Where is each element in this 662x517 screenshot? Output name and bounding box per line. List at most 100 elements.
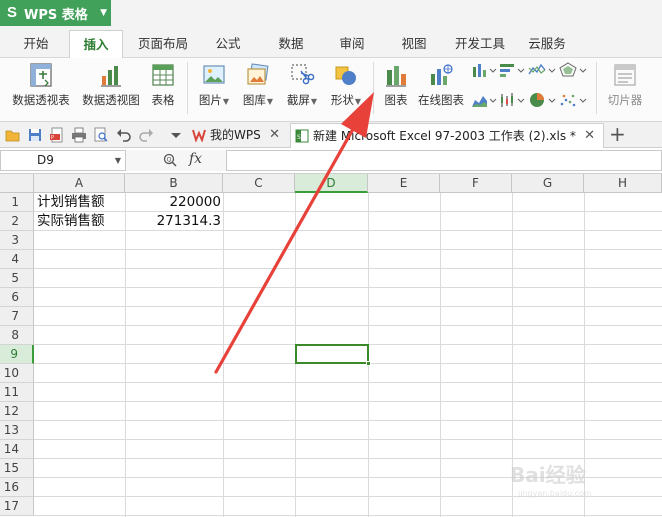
online-chart-button[interactable]: 在线图表 (414, 62, 468, 108)
fx-insert-function-button[interactable]: fx (189, 151, 202, 167)
row-header-selected[interactable]: 9 (0, 345, 34, 364)
row-header[interactable]: 15 (0, 459, 34, 478)
cell-a1[interactable]: 计划销售额 (37, 193, 125, 212)
app-menu-button[interactable]: S WPS 表格 ▼ (0, 0, 111, 26)
row-header[interactable]: 16 (0, 478, 34, 497)
gridline (223, 193, 224, 517)
column-header-a[interactable]: A (34, 174, 125, 193)
column-header-d[interactable]: D (295, 174, 368, 193)
zoom-function-icon[interactable]: Q (163, 153, 177, 167)
tab-home[interactable]: 开始 (16, 30, 56, 57)
print-icon[interactable] (71, 127, 87, 143)
row-header[interactable]: 17 (0, 497, 34, 516)
baidu-jingyan-watermark: Bai经验 jingyan.baidu.com (510, 463, 592, 498)
shapes-button[interactable]: 形状▼ (325, 62, 367, 108)
line-chart-icon[interactable] (528, 62, 556, 78)
slicer-button[interactable]: 切片器 (602, 62, 648, 108)
formula-input[interactable] (226, 150, 662, 171)
row-header[interactable]: 5 (0, 269, 34, 288)
tab-data[interactable]: 数据 (270, 30, 312, 57)
bar-horizontal-chart-icon[interactable] (499, 62, 525, 78)
pivot-chart-button[interactable]: 数据透视图 (80, 62, 142, 108)
print-preview-icon[interactable] (93, 127, 109, 143)
table-label: 表格 (151, 93, 175, 107)
select-all-corner[interactable] (0, 174, 34, 193)
row-header[interactable]: 11 (0, 383, 34, 402)
gallery-button[interactable]: 图库▼ (237, 62, 279, 108)
ribbon-divider (187, 62, 188, 114)
doc-tab-my-wps[interactable]: 我的WPS ✕ (188, 123, 288, 148)
picture-button[interactable]: 图片▼ (193, 62, 235, 108)
column-header-b[interactable]: B (125, 174, 223, 193)
row-header[interactable]: 14 (0, 440, 34, 459)
close-icon[interactable]: ✕ (584, 124, 595, 148)
online-chart-label: 在线图表 (418, 93, 464, 107)
column-header-g[interactable]: G (512, 174, 584, 193)
tab-formulas[interactable]: 公式 (207, 30, 249, 57)
column-header-e[interactable]: E (368, 174, 440, 193)
picture-icon (203, 65, 225, 84)
pie-chart-icon[interactable] (528, 92, 556, 108)
gridline (125, 193, 126, 517)
cell-b2[interactable]: 271314.3 (125, 212, 221, 231)
column-header-h[interactable]: H (584, 174, 662, 193)
gridline (34, 401, 662, 402)
close-icon[interactable]: ✕ (269, 123, 280, 147)
row-header[interactable]: 3 (0, 231, 34, 250)
tab-insert[interactable]: 插入 (69, 30, 123, 59)
screenshot-button[interactable]: 截屏▼ (281, 62, 323, 108)
svg-text:Bai经验: Bai经验 (510, 463, 586, 487)
radar-chart-icon[interactable] (559, 62, 587, 78)
chevron-down-icon[interactable] (168, 127, 184, 143)
scatter-chart-icon[interactable] (559, 92, 587, 108)
chart-button[interactable]: 图表 (379, 62, 413, 108)
chevron-down-icon: ▼ (100, 8, 107, 18)
new-tab-plus-icon[interactable]: + (609, 122, 626, 146)
pivot-chart-label: 数据透视图 (82, 93, 140, 107)
gridline (34, 458, 662, 459)
pivot-table-button[interactable]: 数据透视表 (8, 62, 74, 108)
gridline (34, 515, 662, 516)
tab-review[interactable]: 审阅 (331, 30, 373, 57)
stock-chart-icon[interactable] (499, 92, 525, 108)
doc-tab-label: 我的WPS (210, 128, 261, 142)
gridline (34, 268, 662, 269)
row-header[interactable]: 7 (0, 307, 34, 326)
row-header[interactable]: 2 (0, 212, 34, 231)
spreadsheet-grid[interactable]: A B C D E F G H 1 2 3 4 5 6 7 8 9 10 11 … (0, 174, 662, 517)
row-header[interactable]: 1 (0, 193, 34, 212)
row-header[interactable]: 6 (0, 288, 34, 307)
row-header[interactable]: 12 (0, 402, 34, 421)
tab-cloud-services[interactable]: 云服务 (523, 30, 571, 57)
wps-w-icon (192, 129, 206, 142)
area-chart-icon[interactable] (471, 92, 497, 108)
active-cell-d9[interactable] (295, 344, 371, 366)
cell-a2[interactable]: 实际销售额 (37, 212, 125, 231)
row-header[interactable]: 8 (0, 326, 34, 345)
export-pdf-icon[interactable]: P (49, 127, 65, 143)
svg-text:S: S (297, 134, 301, 141)
fill-handle[interactable] (366, 361, 371, 366)
row-header[interactable]: 10 (0, 364, 34, 383)
undo-icon[interactable] (116, 127, 132, 143)
tab-developer[interactable]: 开发工具 (451, 30, 509, 57)
app-name: WPS 表格 (24, 7, 88, 23)
save-icon[interactable] (27, 127, 43, 143)
title-menu-bar: S WPS 表格 ▼ 开始 插入 页面布局 公式 数据 审阅 视图 开发工具 云… (0, 0, 662, 59)
column-header-c[interactable]: C (223, 174, 295, 193)
row-header[interactable]: 4 (0, 250, 34, 269)
column-chart-icon[interactable] (471, 62, 497, 78)
row-header[interactable]: 13 (0, 421, 34, 440)
open-folder-icon[interactable] (5, 127, 21, 143)
redo-icon[interactable] (138, 127, 154, 143)
function-area: Q fx (126, 150, 226, 171)
gridline (34, 249, 662, 250)
column-header-f[interactable]: F (440, 174, 512, 193)
table-button[interactable]: 表格 (146, 62, 180, 108)
tab-page-layout[interactable]: 页面布局 (134, 30, 192, 57)
cell-b1[interactable]: 220000 (125, 193, 221, 212)
gridline (34, 382, 662, 383)
doc-tab-workbook[interactable]: S 新建 Microsoft Excel 97-2003 工作表 (2).xls… (290, 123, 604, 148)
name-box[interactable]: D9 ▼ (0, 150, 126, 171)
tab-view[interactable]: 视图 (393, 30, 435, 57)
